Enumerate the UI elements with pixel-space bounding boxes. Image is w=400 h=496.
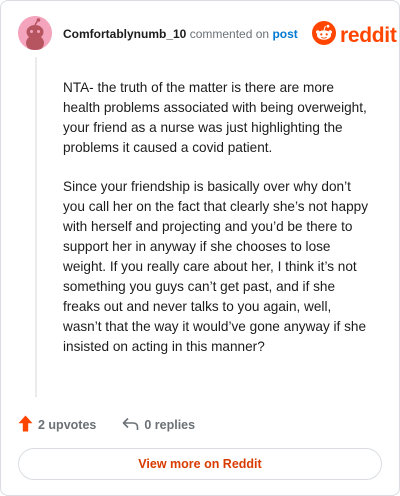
reply-arrow-icon bbox=[122, 417, 139, 434]
comment-header: Comfortablynumb_10 commented on post bbox=[63, 27, 298, 41]
replies-group[interactable]: 0 replies bbox=[122, 417, 195, 434]
comment-paragraph: NTA- the truth of the matter is there ar… bbox=[63, 80, 367, 155]
commented-on-label: commented on bbox=[189, 27, 270, 41]
comment-embed-card: Comfortablynumb_10 commented on post red… bbox=[0, 0, 400, 496]
upvotes-count: 2 upvotes bbox=[38, 418, 97, 432]
post-link[interactable]: post bbox=[272, 27, 297, 41]
replies-count: 0 replies bbox=[144, 418, 196, 432]
comment-body: NTA- the truth of the matter is there ar… bbox=[63, 78, 373, 376]
view-more-button[interactable]: View more on Reddit bbox=[18, 448, 382, 480]
username-link[interactable]: Comfortablynumb_10 bbox=[63, 27, 186, 41]
upvotes-group[interactable]: 2 upvotes bbox=[18, 415, 96, 435]
upvote-arrow-icon bbox=[18, 415, 33, 435]
thread-line bbox=[35, 57, 37, 397]
reddit-brand[interactable]: reddit bbox=[312, 21, 397, 50]
user-avatar[interactable] bbox=[18, 16, 52, 50]
reddit-wordmark: reddit bbox=[340, 23, 397, 47]
comment-footer: 2 upvotes 0 replies bbox=[18, 415, 195, 435]
reddit-logo-icon bbox=[312, 21, 336, 50]
comment-paragraph: Since your friendship is basically over … bbox=[63, 179, 369, 354]
